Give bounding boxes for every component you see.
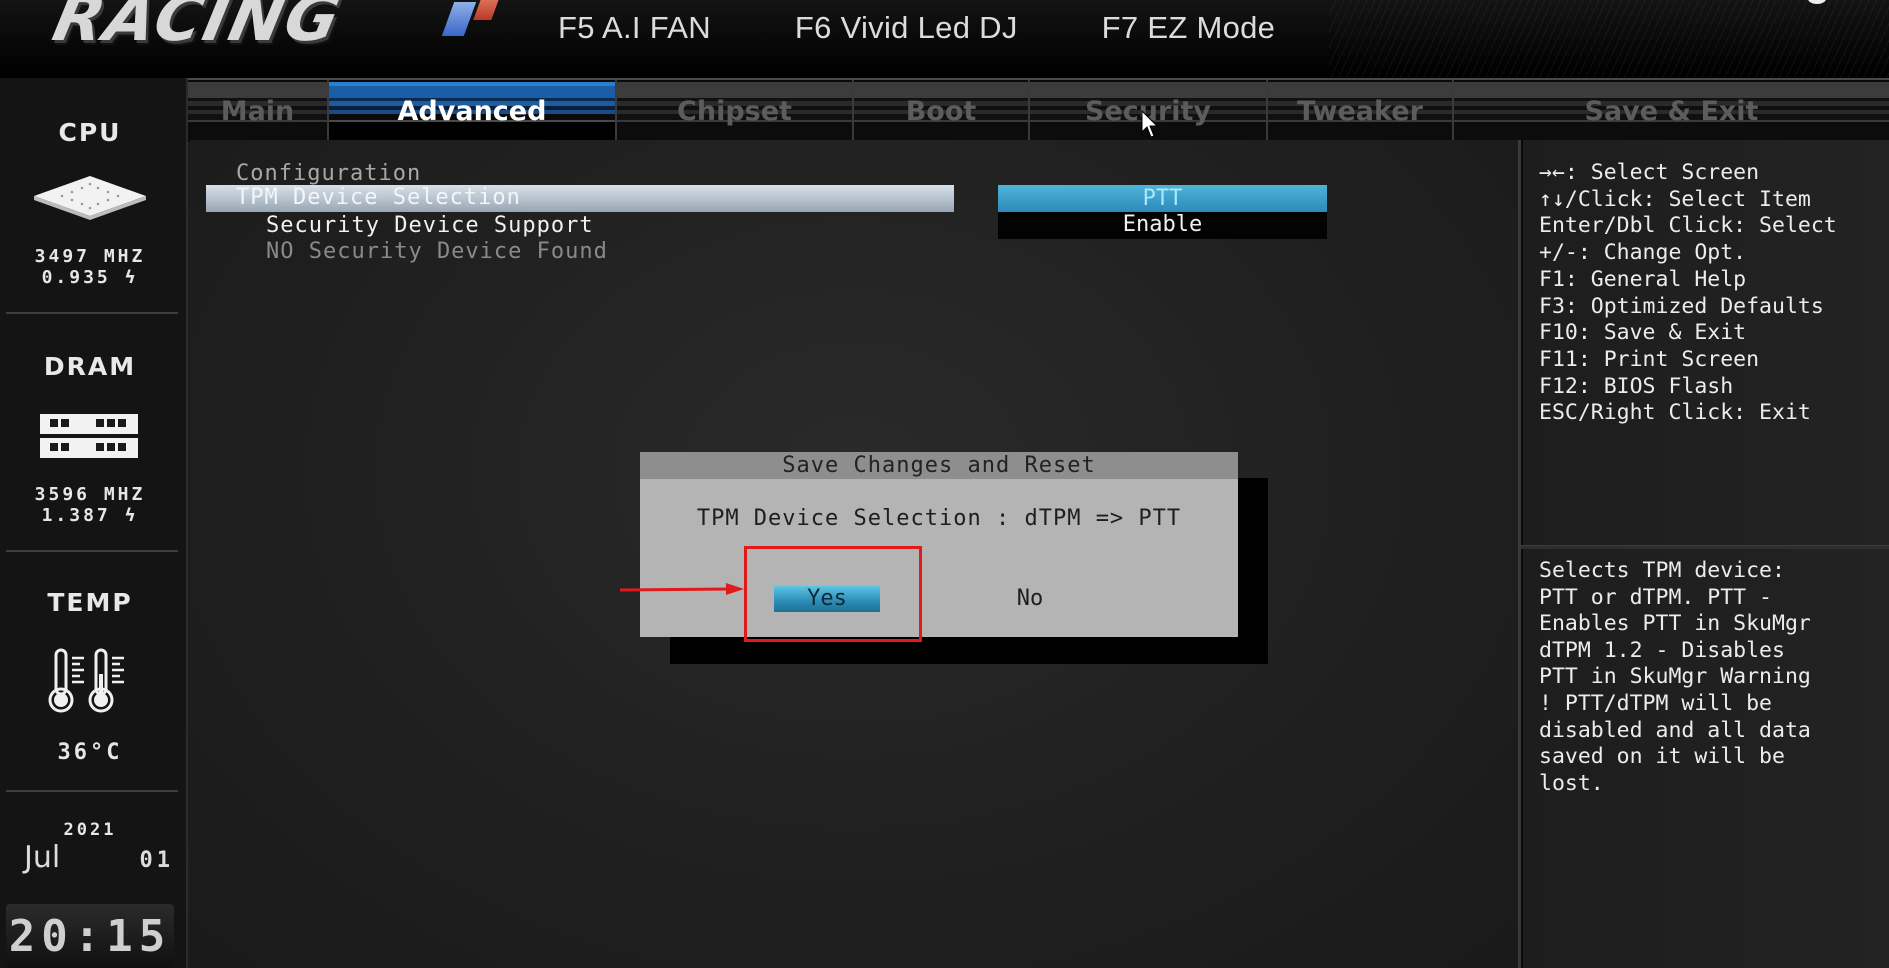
brand-logo-mark-icon <box>440 0 510 42</box>
key-help-line: F10: Save & Exit <box>1539 320 1747 346</box>
help-divider <box>1521 545 1889 549</box>
key-help-line: F12: BIOS Flash <box>1539 373 1734 399</box>
temperature-value: 36°C <box>57 740 123 765</box>
setting-label-security-device-support[interactable]: Security Device Support <box>266 213 594 238</box>
tab-tweaker[interactable]: Tweaker <box>1268 80 1454 142</box>
tab-security[interactable]: Security <box>1030 80 1268 142</box>
tab-save-exit[interactable]: Save & Exit <box>1454 80 1889 142</box>
hotkey-vivid-led-dj[interactable]: F6 Vivid Led DJ <box>795 10 1018 46</box>
key-help-line: ↑↓/Click: Select Item <box>1539 186 1811 212</box>
no-button[interactable]: No <box>990 586 1070 612</box>
key-help-line: F1: General Help <box>1539 266 1747 292</box>
key-help-line: F3: Optimized Defaults <box>1539 293 1824 319</box>
sidebar-divider <box>6 312 178 314</box>
dram-module-icon <box>40 414 138 458</box>
key-help-line: →←: Select Screen <box>1539 160 1760 185</box>
tab-bar: Main Advanced Chipset Boot Security Twea… <box>188 78 1889 142</box>
clock-display: 20:15 <box>6 904 174 968</box>
temp-label: TEMP <box>47 588 133 617</box>
date-year: 2021 <box>63 820 117 840</box>
cpu-frequency: 3497 MHZ <box>34 246 146 267</box>
sidebar-divider <box>6 790 178 792</box>
security-device-support-value[interactable]: Enable <box>998 212 1327 239</box>
thermometer-icon <box>48 648 124 713</box>
hotkey-ai-fan[interactable]: F5 A.I FAN <box>558 10 711 46</box>
yes-button[interactable]: Yes <box>774 586 880 612</box>
dialog-title: Save Changes and Reset <box>640 452 1238 479</box>
dram-label: DRAM <box>43 352 137 381</box>
section-title: Configuration <box>236 161 422 186</box>
hotkey-ez-mode[interactable]: F7 EZ Mode <box>1102 10 1276 46</box>
sidebar-divider <box>6 550 178 552</box>
indicator-dot-icon <box>1808 0 1826 4</box>
dram-frequency: 3596 MHZ <box>34 484 146 505</box>
cpu-label: CPU <box>58 118 122 147</box>
setting-label-tpm-device-selection: TPM Device Selection <box>236 185 521 210</box>
cpu-voltage: 0.935 ϟ <box>41 267 139 288</box>
help-panel: →←: Select Screen ↑↓/Click: Select Item … <box>1518 140 1889 968</box>
key-help-list: →←: Select Screen ↑↓/Click: Select Item … <box>1539 160 1837 427</box>
key-help-line: ESC/Right Click: Exit <box>1539 400 1811 426</box>
save-changes-dialog: Save Changes and Reset TPM Device Select… <box>640 452 1238 637</box>
date-day: 01 <box>139 848 174 873</box>
hotkey-bar: F5 A.I FAN F6 Vivid Led DJ F7 EZ Mode <box>558 10 1275 46</box>
tpm-device-selection-value[interactable]: PTT <box>998 185 1327 212</box>
status-sidebar: CPU 3497 MHZ 0.935 ϟ DRAM 3596 MHZ 1.387… <box>0 78 188 968</box>
key-help-line: +/-: Change Opt. <box>1539 240 1747 266</box>
item-description: Selects TPM device: PTT or dTPM. PTT - E… <box>1539 558 1811 796</box>
header: RACING F5 A.I FAN F6 Vivid Led DJ F7 EZ … <box>0 0 1889 78</box>
dram-voltage: 1.387 ϟ <box>41 505 139 526</box>
tab-main[interactable]: Main <box>188 80 329 142</box>
tab-chipset[interactable]: Chipset <box>617 80 854 142</box>
tab-advanced[interactable]: Advanced <box>329 80 617 142</box>
key-help-line: F11: Print Screen <box>1539 346 1760 372</box>
date-month: Jul <box>24 840 61 875</box>
cpu-chip-icon <box>34 176 146 220</box>
status-no-security-device: NO Security Device Found <box>266 239 608 264</box>
dialog-message: TPM Device Selection : dTPM => PTT <box>696 506 1182 531</box>
brand-logo: RACING <box>46 0 349 56</box>
date-display: Jul 01 <box>24 840 174 875</box>
tab-boot[interactable]: Boot <box>854 80 1030 142</box>
key-help-line: Enter/Dbl Click: Select <box>1539 213 1837 239</box>
